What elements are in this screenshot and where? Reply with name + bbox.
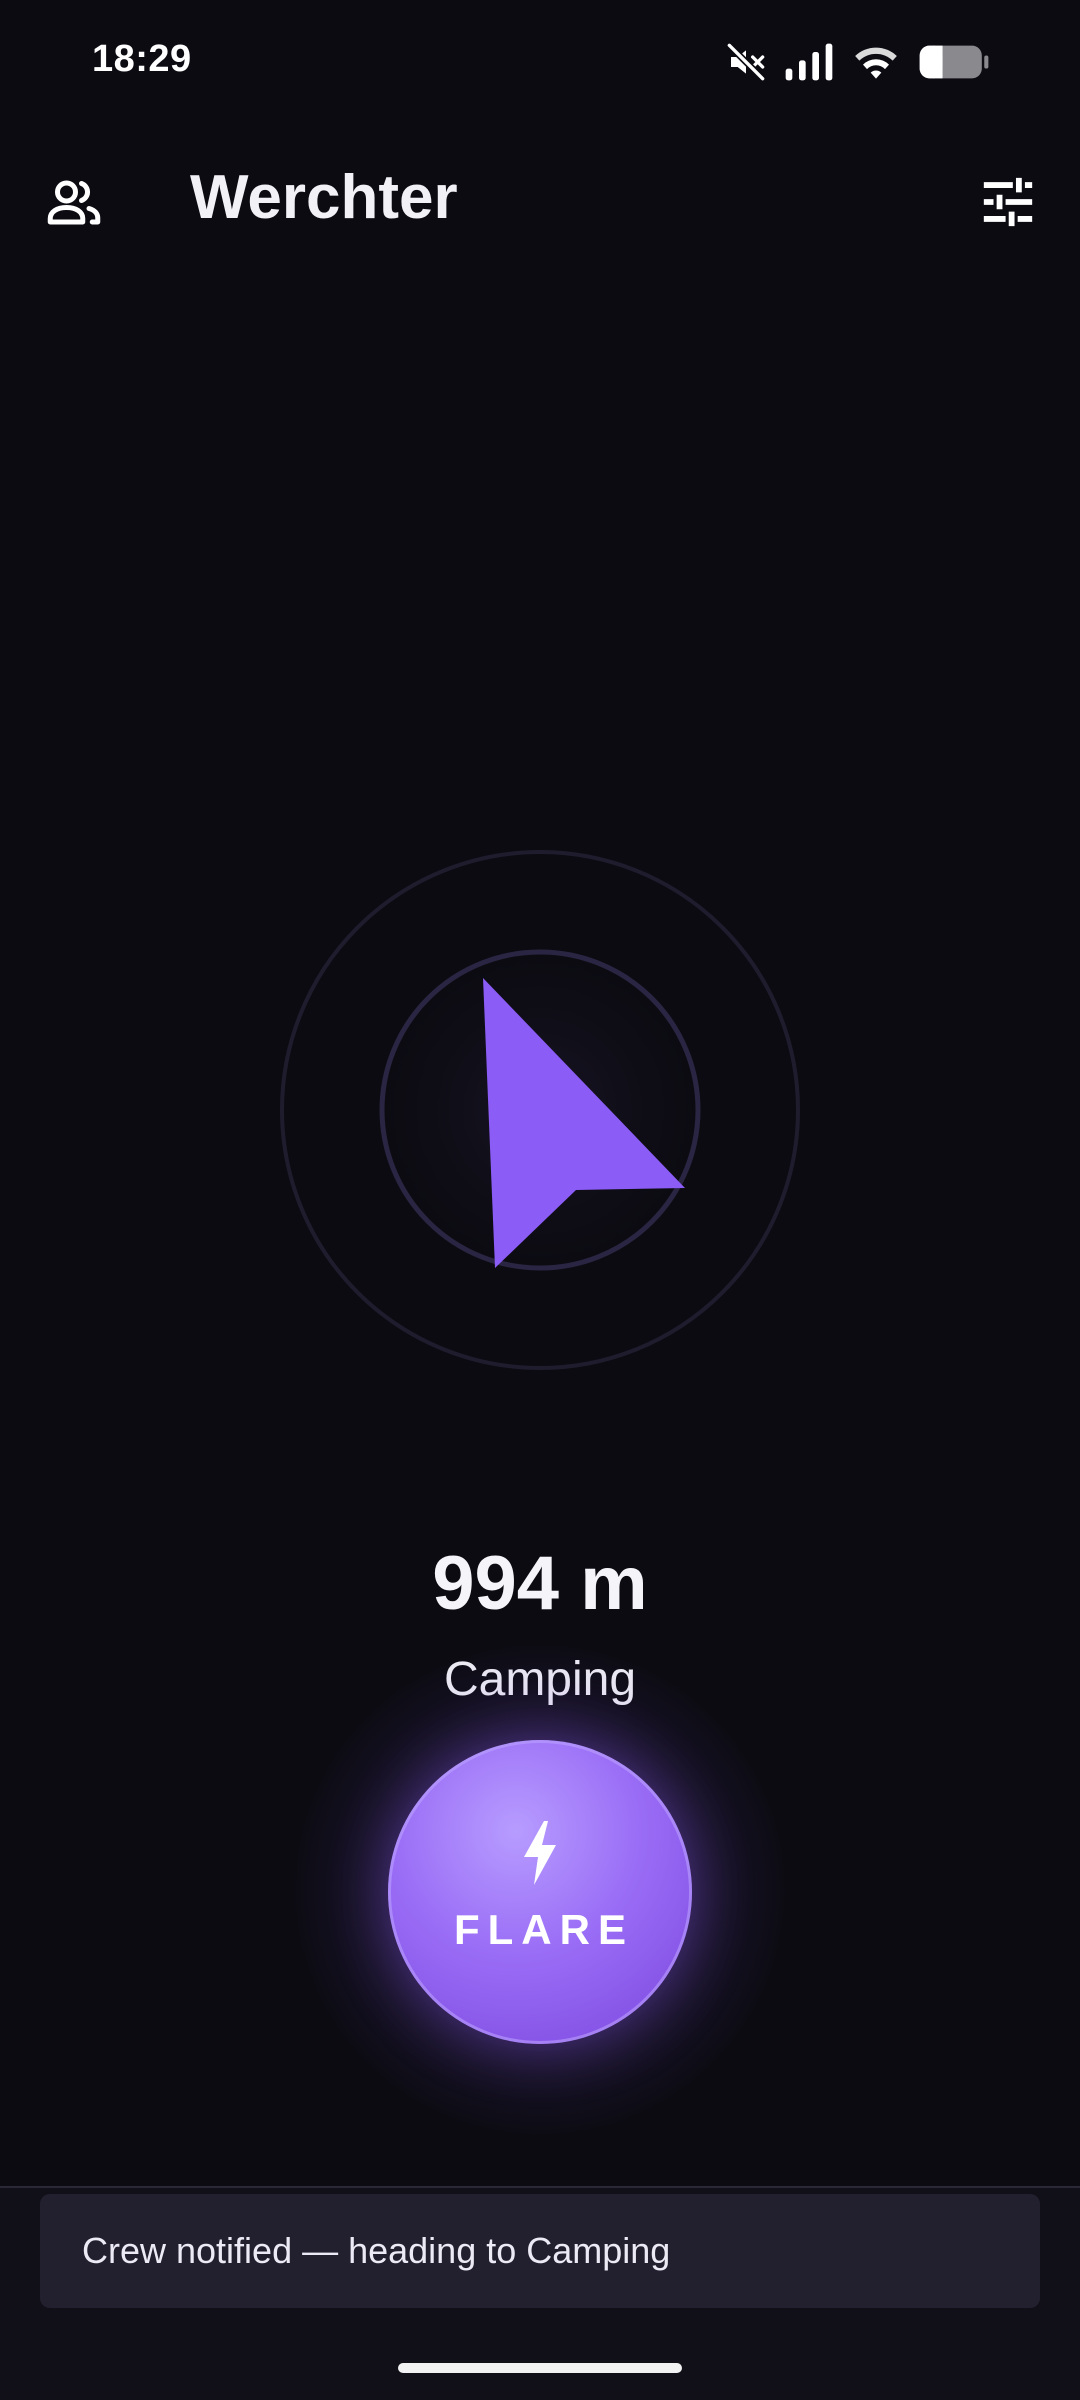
mute-icon	[726, 42, 766, 82]
snackbar: Crew notified — heading to Camping	[40, 2194, 1040, 2308]
screen: 18:29 Werchter 994 m FLARE Crew notified…	[0, 0, 1080, 2400]
filters-icon	[979, 173, 1037, 236]
app-bar: Werchter	[0, 150, 1080, 280]
crew-icon	[44, 172, 104, 237]
battery-icon	[918, 42, 990, 82]
home-indicator[interactable]	[398, 2363, 682, 2373]
filters-button[interactable]	[970, 166, 1046, 242]
snackbar-message: Crew notified — heading to Camping	[82, 2230, 671, 2271]
page-title: Werchter	[190, 163, 458, 232]
status-bar: 18:29	[0, 0, 1080, 120]
status-icons	[726, 40, 990, 84]
bolt-icon	[520, 1820, 560, 1890]
wifi-icon	[852, 42, 900, 82]
crew-button[interactable]	[38, 168, 110, 240]
compass	[170, 760, 910, 1460]
flare-label: FLARE	[454, 1905, 634, 1953]
flare-button[interactable]: FLARE	[388, 1740, 692, 2044]
status-time: 18:29	[92, 38, 192, 80]
distance-value: 994 m	[432, 1541, 648, 1626]
signal-icon	[784, 42, 834, 82]
